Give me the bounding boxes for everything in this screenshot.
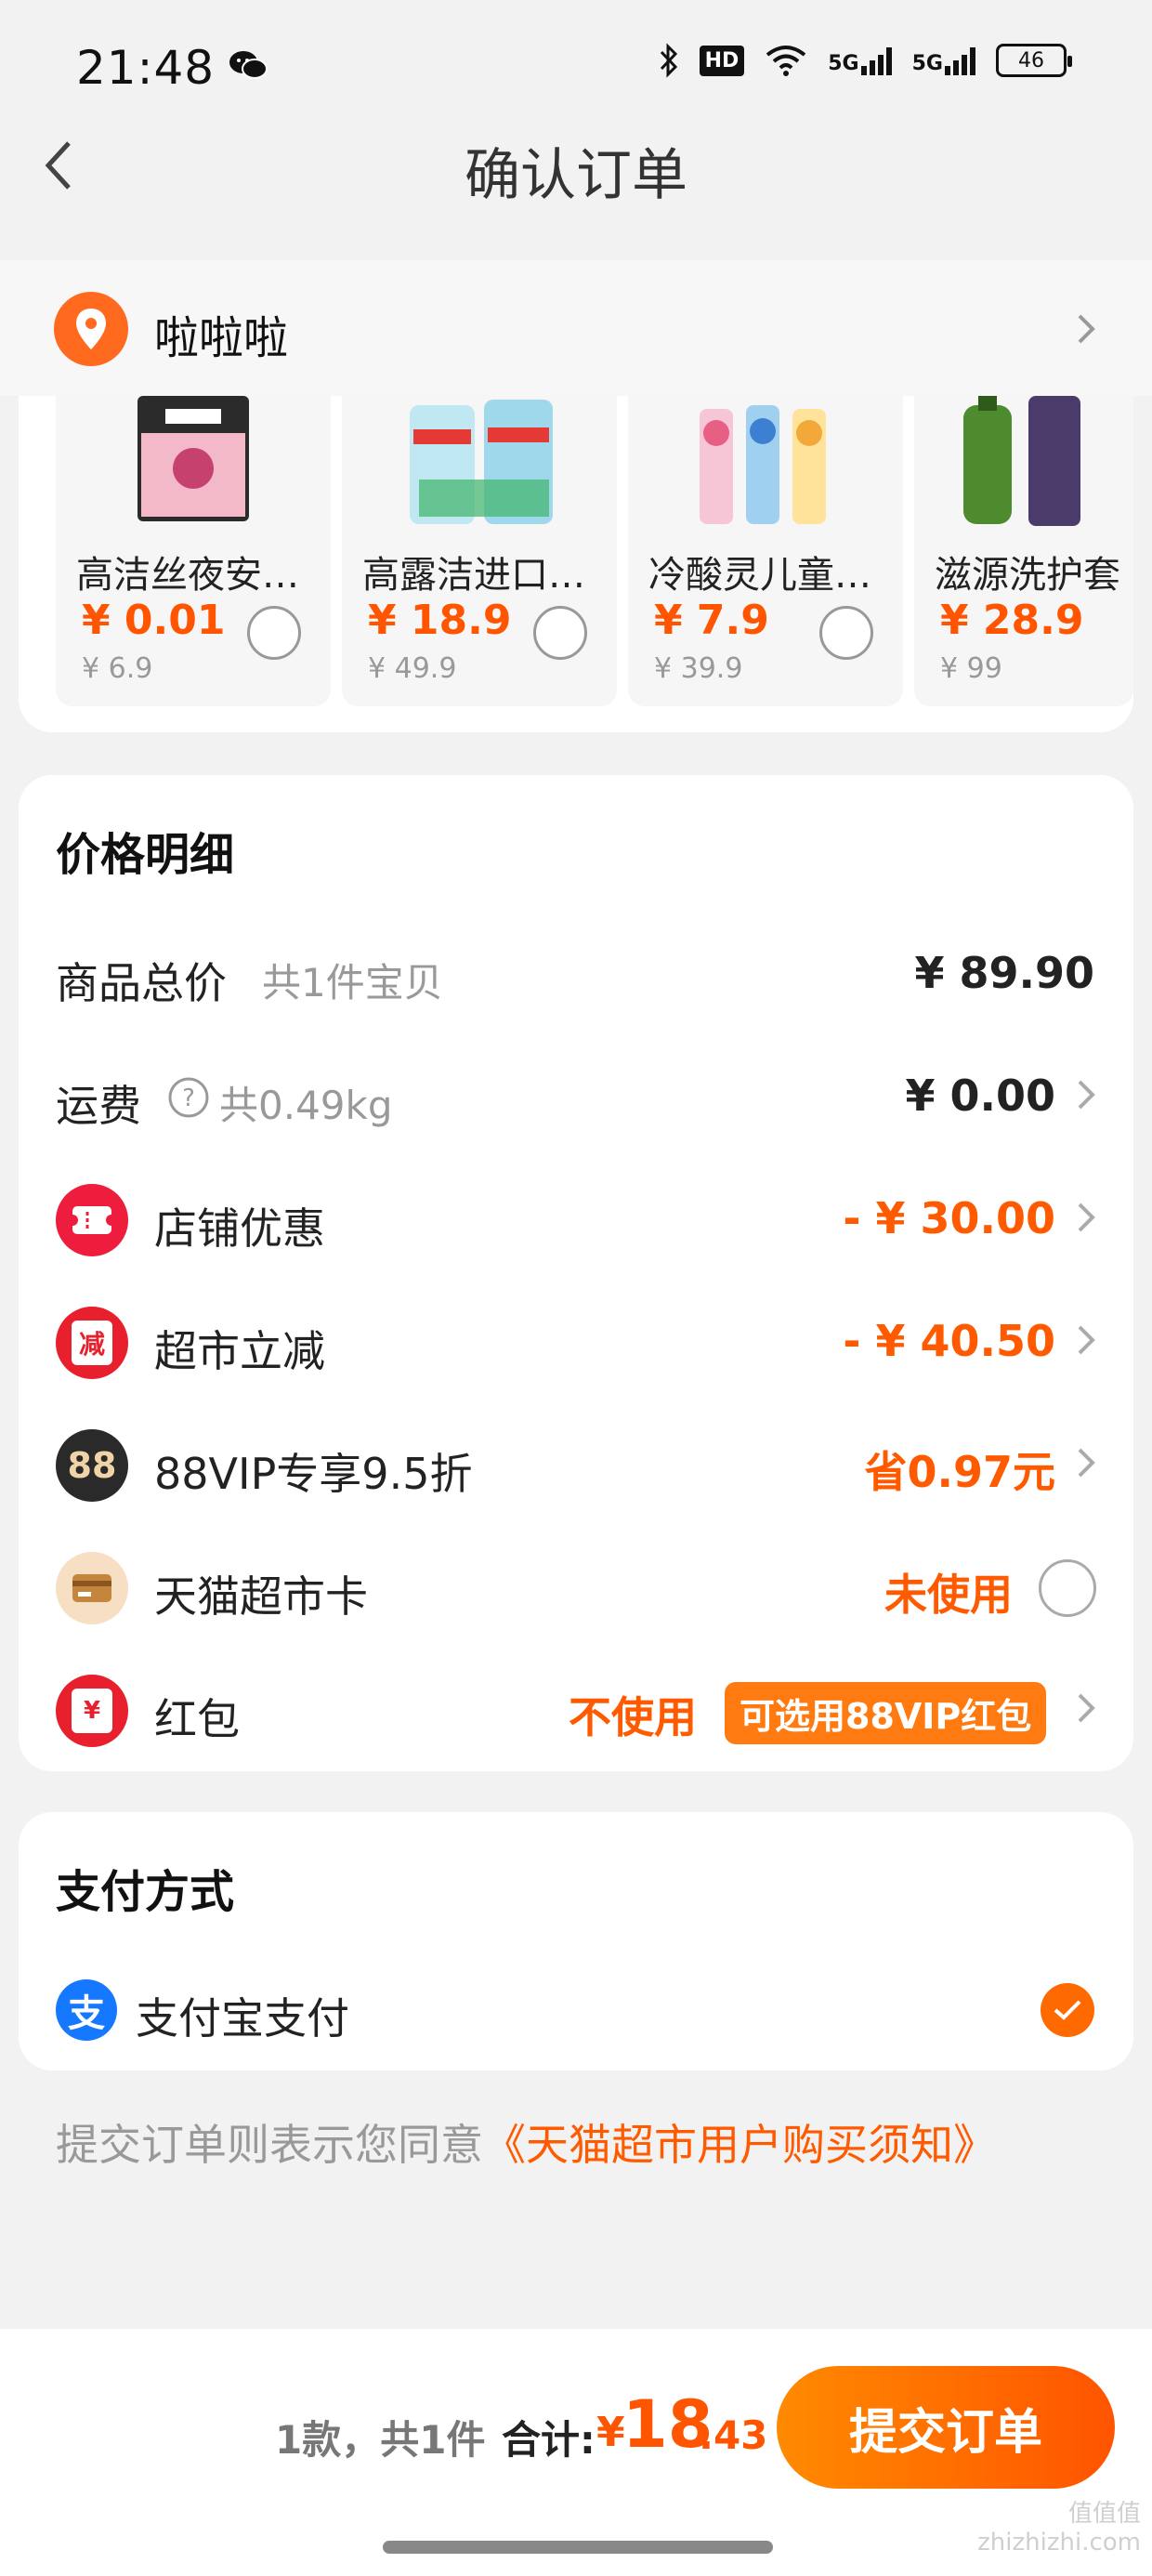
shop-discount-value[interactable]: - ¥ 30.00 [843, 1193, 1055, 1243]
bluetooth-icon [659, 43, 679, 78]
net2-label: 5G [911, 52, 943, 75]
market-card-label: 天猫超市卡 [154, 1571, 368, 1622]
alipay-icon: 支 [56, 1979, 117, 2041]
product-name: 高露洁进口抑… [362, 554, 613, 597]
status-time: 21:48 [76, 41, 216, 95]
agreement-link[interactable]: 《天猫超市用户购买须知》 [483, 2120, 996, 2170]
market-reduce-icon-text: 减 [72, 1321, 112, 1365]
product-card[interactable]: 冷酸灵儿童牙… ¥ 7.9 ¥ 39.9 [628, 396, 903, 706]
payment-title: 支付方式 [56, 1866, 235, 1918]
shipping-value[interactable]: ¥ 0.00 [905, 1071, 1055, 1121]
vip-88-icon: 88 [56, 1429, 128, 1502]
hd-icon: HD [699, 45, 745, 76]
payment-method-label[interactable]: 支付宝支付 [136, 1985, 349, 2046]
watermark-line1: 值值值 [1067, 2500, 1141, 2528]
shop-discount-label: 店铺优惠 [154, 1203, 325, 1254]
chevron-right-icon [1072, 310, 1100, 348]
wifi-icon [765, 44, 807, 77]
goods-count-text: 共1件宝贝 [262, 960, 443, 1005]
red-packet-label: 红包 [154, 1694, 240, 1744]
chevron-right-icon [1074, 1199, 1098, 1236]
market-reduce-icon: 减 [56, 1307, 128, 1379]
product-image [342, 396, 617, 532]
market-card-radio[interactable] [1039, 1559, 1096, 1617]
product-original-price: ¥ 49.9 [368, 652, 457, 685]
market-reduce-value[interactable]: - ¥ 40.50 [843, 1316, 1055, 1366]
red-packet-icon-text: ¥ [72, 1689, 112, 1733]
help-icon[interactable]: ? [167, 1076, 210, 1123]
status-icons: HD 5G 5G 46 [659, 43, 1072, 78]
agreement-text: 提交订单则表示您同意《天猫超市用户购买须知》 [56, 2111, 996, 2173]
products-card: 高洁丝夜安裤… ¥ 0.01 ¥ 6.9 高露洁进口抑… ¥ 18.9 ¥ 49… [19, 396, 1133, 732]
product-card[interactable]: 高露洁进口抑… ¥ 18.9 ¥ 49.9 [342, 396, 617, 706]
product-name: 高洁丝夜安裤… [76, 554, 327, 597]
payment-selected-check-icon[interactable] [1041, 1983, 1094, 2037]
vip-discount-value[interactable]: 省0.97元 [865, 1439, 1056, 1500]
address-name: 啦啦啦 [154, 312, 289, 364]
home-indicator[interactable] [383, 2541, 773, 2554]
product-original-price: ¥ 39.9 [654, 652, 743, 685]
price-detail-title: 价格明细 [56, 829, 235, 881]
signal-5g-icon: 5G [828, 46, 892, 75]
goods-total-value: ¥ 89.90 [914, 948, 1094, 998]
product-image [914, 396, 1133, 532]
chevron-right-icon [1074, 1076, 1098, 1113]
total-currency: ¥ [596, 2409, 625, 2456]
signal-5g-icon: 5G [912, 46, 975, 75]
item-count: 1款，共1件 [275, 2417, 486, 2463]
battery-level: 46 [1018, 48, 1044, 72]
product-select-radio[interactable] [533, 606, 587, 660]
submit-order-button[interactable]: 提交订单 [777, 2366, 1115, 2489]
product-card[interactable]: 高洁丝夜安裤… ¥ 0.01 ¥ 6.9 [56, 396, 331, 706]
product-price: ¥ 7.9 [654, 597, 769, 644]
product-card[interactable]: 滋源洗护套 ¥ 28.9 ¥ 99 [914, 396, 1133, 706]
total-label: 合计: [502, 2417, 596, 2463]
product-select-radio[interactable] [247, 606, 301, 660]
market-reduce-label: 超市立减 [154, 1326, 325, 1376]
battery-icon: 46 [996, 44, 1072, 77]
svg-text:?: ? [182, 1084, 195, 1112]
chevron-right-icon [1074, 1321, 1098, 1359]
page-title: 确认订单 [465, 143, 687, 208]
location-pin-icon [54, 292, 128, 366]
product-image [628, 396, 903, 532]
shipping-label: 运费 [56, 1081, 141, 1131]
goods-total-label: 商品总价 [56, 958, 227, 1008]
watermark-line2: zhizhizhi.com [977, 2529, 1141, 2557]
product-price: ¥ 0.01 [82, 597, 226, 644]
shop-coupon-icon [56, 1184, 128, 1256]
chevron-right-icon [1074, 1444, 1098, 1481]
total-decimal: .43 [699, 2412, 768, 2458]
product-name: 冷酸灵儿童牙… [648, 554, 899, 597]
status-bar: 21:48 HD 5G 5G 46 [0, 0, 1152, 139]
product-price: ¥ 28.9 [940, 597, 1084, 644]
shipping-weight: 共0.49kg [219, 1083, 393, 1128]
product-original-price: ¥ 6.9 [82, 652, 153, 685]
product-original-price: ¥ 99 [940, 652, 1002, 685]
product-image [56, 396, 331, 532]
red-packet-icon: ¥ [56, 1675, 128, 1747]
agreement-prefix: 提交订单则表示您同意 [56, 2120, 483, 2170]
red-packet-value[interactable]: 不使用 [569, 1684, 697, 1745]
wechat-icon [229, 48, 268, 82]
product-select-radio[interactable] [819, 606, 873, 660]
vip-red-packet-badge[interactable]: 可选用88VIP红包 [725, 1682, 1047, 1744]
chevron-right-icon [1074, 1689, 1098, 1727]
market-card-icon [56, 1552, 128, 1624]
market-card-value: 未使用 [884, 1570, 1013, 1620]
vip-discount-label: 88VIP专享9.5折 [154, 1449, 473, 1499]
watermark: 值值值 zhizhizhi.com [977, 2500, 1141, 2557]
net1-label: 5G [828, 52, 859, 75]
product-price: ¥ 18.9 [368, 597, 512, 644]
product-name: 滋源洗护套 [935, 554, 1120, 597]
